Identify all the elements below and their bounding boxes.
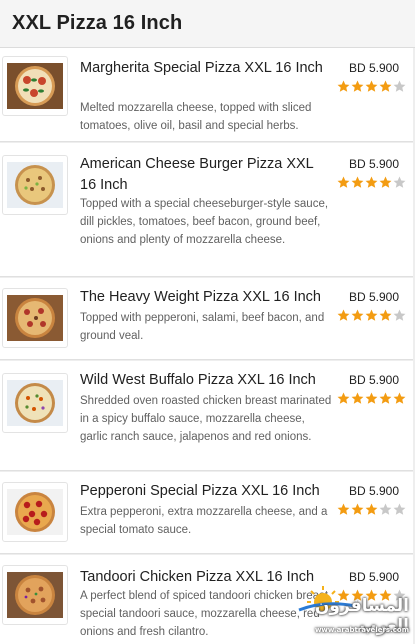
star-filled-icon [351, 80, 364, 92]
item-price: BD 5.900 [348, 290, 399, 304]
item-description: Topped with a special cheeseburger-style… [80, 198, 329, 246]
star-filled-icon [379, 80, 392, 92]
star-filled-icon [337, 80, 350, 92]
star-filled-icon [351, 176, 364, 188]
star-empty-icon [393, 309, 406, 321]
star-filled-icon [365, 80, 378, 92]
star-filled-icon [337, 309, 350, 321]
list-item[interactable]: Pepperoni Special Pizza XXL 16 Inch Extr… [0, 472, 413, 554]
item-title: Pepperoni Special Pizza XXL 16 Inch [80, 483, 320, 499]
cheeseburger-pizza-image [7, 162, 63, 208]
star-filled-icon [351, 503, 364, 515]
star-filled-icon [337, 392, 350, 404]
star-filled-icon [379, 176, 392, 188]
rating-stars [337, 503, 406, 516]
item-title: Tandoori Chicken Pizza XXL 16 Inch [80, 569, 315, 585]
item-price: BD 5.900 [348, 61, 399, 75]
pizza-thumbnail [2, 288, 68, 348]
heavy-weight-pizza-image [7, 295, 63, 341]
star-empty-icon [379, 503, 392, 515]
margherita-pizza-image [7, 63, 63, 109]
page-title: XXL Pizza 16 Inch [12, 12, 183, 34]
star-filled-icon [351, 309, 364, 321]
star-filled-icon [365, 309, 378, 321]
item-price: BD 5.900 [348, 373, 399, 387]
item-description: Melted mozzarella cheese, topped with sl… [80, 102, 312, 132]
watermark-url: www.arabtravelers.com [314, 626, 409, 634]
list-item[interactable]: Wild West Buffalo Pizza XXL 16 Inch Shre… [0, 361, 413, 471]
pizza-thumbnail [2, 373, 68, 433]
tandoori-pizza-image [7, 572, 63, 618]
item-description: Topped with pepperoni, salami, beef baco… [80, 312, 325, 342]
item-price: BD 5.900 [348, 157, 399, 171]
pepperoni-pizza-image [7, 489, 63, 535]
pizza-thumbnail [2, 155, 68, 215]
rating-stars [337, 176, 406, 189]
star-filled-icon [365, 392, 378, 404]
buffalo-pizza-image [7, 380, 63, 426]
star-empty-icon [393, 503, 406, 515]
item-price: BD 5.900 [348, 484, 399, 498]
star-filled-icon [379, 392, 392, 404]
star-filled-icon [337, 176, 350, 188]
rating-stars [337, 309, 406, 322]
app-header: XXL Pizza 16 Inch [0, 0, 415, 48]
list-item[interactable]: American Cheese Burger Pizza XXL 16 Inch… [0, 143, 413, 277]
star-filled-icon [365, 503, 378, 515]
item-title: Wild West Buffalo Pizza XXL 16 Inch [80, 372, 316, 388]
star-filled-icon [365, 176, 378, 188]
star-empty-icon [393, 80, 406, 92]
star-filled-icon [351, 392, 364, 404]
star-empty-icon [393, 176, 406, 188]
item-title: American Cheese Burger Pizza XXL 16 Inch [80, 156, 314, 193]
rating-stars [337, 392, 406, 405]
pizza-thumbnail [2, 565, 68, 625]
star-filled-icon [393, 392, 406, 404]
list-item[interactable]: Margherita Special Pizza XXL 16 Inch Mel… [0, 48, 413, 142]
list-item[interactable]: The Heavy Weight Pizza XXL 16 Inch Toppe… [0, 278, 413, 360]
item-title: The Heavy Weight Pizza XXL 16 Inch [80, 289, 321, 305]
star-filled-icon [379, 309, 392, 321]
pizza-thumbnail [2, 56, 68, 116]
menu-item-list[interactable]: Margherita Special Pizza XXL 16 Inch Mel… [0, 48, 415, 644]
rating-stars [337, 80, 406, 93]
item-description: Shredded oven roasted chicken breast mar… [80, 395, 332, 443]
watermark-logo: المسافرون العرب www.arabtravelers.com [295, 582, 413, 642]
star-filled-icon [337, 503, 350, 515]
item-description: Extra pepperoni, extra mozzarella cheese… [80, 506, 328, 536]
pizza-thumbnail [2, 482, 68, 542]
item-title: Margherita Special Pizza XXL 16 Inch [80, 60, 323, 76]
